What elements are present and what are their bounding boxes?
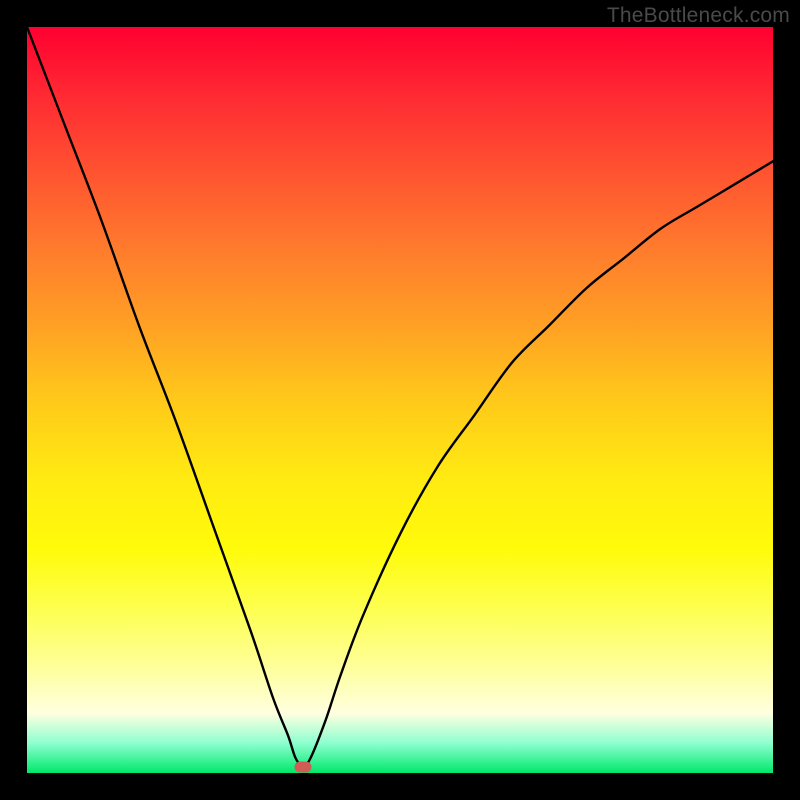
watermark-text: TheBottleneck.com [607, 4, 790, 28]
curve-path [27, 27, 773, 766]
chart-area [27, 27, 773, 773]
bottleneck-curve [27, 27, 773, 773]
minimum-marker [295, 762, 312, 773]
